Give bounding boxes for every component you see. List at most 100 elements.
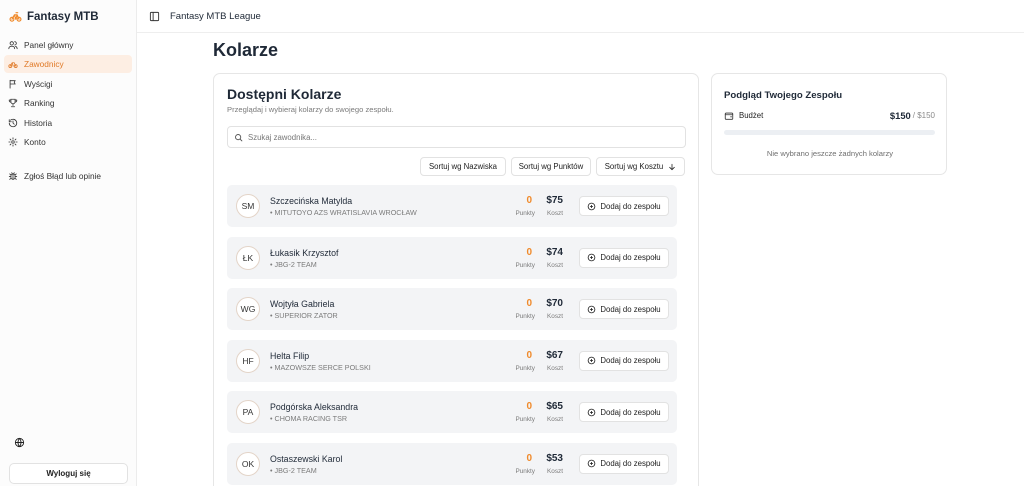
sidebar-item-label: Konto xyxy=(24,136,46,147)
points-value: 0 xyxy=(526,401,532,413)
rider-name: Helta Filip xyxy=(270,350,310,361)
rider-team: • JBG-2 TEAM xyxy=(270,259,317,269)
add-to-team-button[interactable]: Dodaj do zespołu xyxy=(579,196,669,216)
history-icon xyxy=(8,118,18,127)
sidebar-item-zawodnicy[interactable]: Zawodnicy xyxy=(4,55,132,74)
brand-name: Fantasy MTB xyxy=(27,10,99,23)
rider-team: • JBG-2 TEAM xyxy=(270,465,317,475)
add-to-team-label: Dodaj do zespołu xyxy=(600,356,661,366)
list-item: OK Ostaszewski Karol • JBG-2 TEAM 0 Punk… xyxy=(227,442,677,485)
available-riders-card: Dostępni Kolarze Przeglądaj i wybieraj k… xyxy=(213,73,699,486)
sidebar-item-konto[interactable]: Konto xyxy=(4,133,132,151)
cost-label: Koszt xyxy=(547,313,563,321)
sidebar-item-wyscigi[interactable]: Wyścigi xyxy=(4,75,132,93)
sort-by-cost-button[interactable]: Sortuj wg Kosztu xyxy=(596,157,685,176)
list-item: HF Helta Filip • MAZOWSZE SERCE POLSKI 0… xyxy=(227,339,677,382)
list-item: PA Podgórska Aleksandra • CHOMA RACING T… xyxy=(227,391,677,434)
bug-icon xyxy=(8,172,18,180)
riders-list: SM Szczecińska Matylda • MITUTOYO AZS WR… xyxy=(227,185,677,486)
add-to-team-label: Dodaj do zespołu xyxy=(600,304,661,314)
points-label: Punkty xyxy=(515,467,535,475)
sidebar: Fantasy MTB Panel główny Zawodnicy Wyści… xyxy=(0,0,137,486)
plus-circle-icon xyxy=(588,253,596,262)
sort-by-points-button[interactable]: Sortuj wg Punktów xyxy=(511,157,591,176)
add-to-team-button[interactable]: Dodaj do zespołu xyxy=(579,402,669,423)
rider-team: • MITUTOYO AZS WRATISLAVIA WROCŁAW xyxy=(270,208,417,217)
sidebar-item-label: Wyścigi xyxy=(24,78,53,89)
add-to-team-button[interactable]: Dodaj do zespołu xyxy=(579,350,669,371)
wallet-icon xyxy=(724,112,734,120)
cost-label: Koszt xyxy=(547,210,563,217)
cost-value: $70 xyxy=(546,298,563,310)
sidebar-item-ranking[interactable]: Ranking xyxy=(4,94,132,112)
plus-circle-icon xyxy=(588,408,596,417)
brand[interactable]: Fantasy MTB xyxy=(9,10,99,23)
budget-label: Budżet xyxy=(739,111,764,120)
sidebar-item-label: Panel główny xyxy=(24,40,74,50)
sort-by-points-label: Sortuj wg Punktów xyxy=(518,162,584,171)
rider-name: Łukasik Krzysztof xyxy=(270,247,339,258)
points-value: 0 xyxy=(526,349,532,361)
plus-circle-icon xyxy=(588,202,596,210)
points-value: 0 xyxy=(526,298,532,310)
sidebar-item-label: Ranking xyxy=(24,98,55,109)
avatar: SM xyxy=(236,194,260,218)
avatar: ŁK xyxy=(236,245,260,270)
flag-icon xyxy=(9,79,16,89)
card-subtitle: Przeglądaj i wybieraj kolarzy do swojego… xyxy=(227,105,394,114)
card-title: Dostępni Kolarze xyxy=(227,86,342,102)
add-to-team-label: Dodaj do zespołu xyxy=(600,201,661,211)
plus-circle-icon xyxy=(588,460,596,468)
sidebar-item-label: Zgłoś Błąd lub opinie xyxy=(24,171,102,181)
feedback-section: Zgłoś Błąd lub opinie xyxy=(4,167,132,186)
bike-icon xyxy=(8,62,18,69)
rider-name: Podgórska Aleksandra xyxy=(270,402,359,413)
avatar: PA xyxy=(236,400,260,425)
sidebar-item-label: Historia xyxy=(24,117,53,128)
globe-icon[interactable] xyxy=(14,437,25,448)
search-icon xyxy=(235,133,243,141)
add-to-team-label: Dodaj do zespołu xyxy=(600,459,661,469)
arrow-down-icon xyxy=(669,163,675,170)
rider-team: • SUPERIOR ZATOR xyxy=(270,311,338,321)
budget-max: / $150 xyxy=(912,111,935,120)
add-to-team-label: Dodaj do zespołu xyxy=(600,253,661,263)
list-item: SM Szczecińska Matylda • MITUTOYO AZS WR… xyxy=(227,185,677,227)
cost-label: Koszt xyxy=(547,416,563,424)
sidebar-nav: Panel główny Zawodnicy Wyścigi Ranking H… xyxy=(4,36,132,152)
cost-value: $74 xyxy=(546,246,563,258)
add-to-team-label: Dodaj do zespołu xyxy=(600,407,661,417)
points-label: Punkty xyxy=(515,210,535,217)
add-to-team-button[interactable]: Dodaj do zespołu xyxy=(579,453,669,474)
search-box[interactable] xyxy=(227,126,686,148)
budget-value: $150 xyxy=(889,110,911,121)
plus-circle-icon xyxy=(588,356,596,365)
sidebar-item-panel[interactable]: Panel główny xyxy=(4,36,132,54)
avatar: OK xyxy=(236,451,260,476)
sort-by-cost-label: Sortuj wg Kosztu xyxy=(604,162,664,171)
list-item: WG Wojtyła Gabriela • SUPERIOR ZATOR 0 P… xyxy=(227,288,677,331)
page-title: Kolarze xyxy=(213,40,279,60)
logout-button[interactable]: Wyloguj się xyxy=(9,463,128,484)
list-item: ŁK Łukasik Krzysztof • JBG-2 TEAM 0 Punk… xyxy=(227,236,677,279)
trophy-icon xyxy=(8,99,18,108)
cost-value: $67 xyxy=(546,349,563,361)
avatar: HF xyxy=(236,348,260,373)
cost-label: Koszt xyxy=(547,364,563,372)
avatar: WG xyxy=(236,297,260,322)
sort-by-name-button[interactable]: Sortuj wg Nazwiska xyxy=(420,157,506,176)
rider-name: Ostaszewski Karol xyxy=(270,453,343,464)
rider-name: Szczecińska Matylda xyxy=(270,196,353,206)
points-label: Punkty xyxy=(515,313,535,321)
rider-team: • CHOMA RACING TSR xyxy=(270,414,348,424)
add-to-team-button[interactable]: Dodaj do zespołu xyxy=(579,247,669,268)
bike-logo-icon xyxy=(9,12,22,22)
points-value: 0 xyxy=(526,195,532,206)
sidebar-item-historia[interactable]: Historia xyxy=(4,114,132,132)
search-input[interactable] xyxy=(248,132,668,142)
add-to-team-button[interactable]: Dodaj do zespołu xyxy=(579,299,669,320)
rider-team: • MAZOWSZE SERCE POLSKI xyxy=(270,362,371,372)
sidebar-item-feedback[interactable]: Zgłoś Błąd lub opinie xyxy=(4,167,132,185)
sort-by-name-label: Sortuj wg Nazwiska xyxy=(428,162,498,171)
sidebar-toggle-icon[interactable] xyxy=(149,11,160,22)
